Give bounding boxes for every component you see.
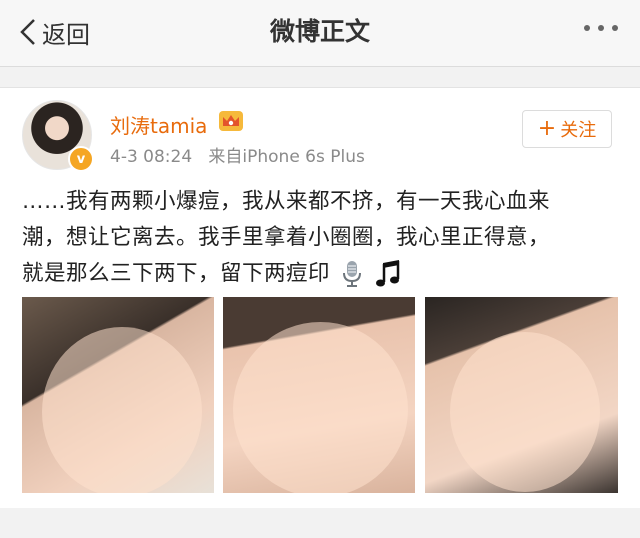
weibo-post-card: v 刘涛tamia 4-3 08:24 来自iPhone 6s Plus + 关…: [0, 87, 640, 509]
page-title: 微博正文: [269, 17, 370, 46]
follow-label: 关注: [560, 120, 597, 141]
verified-badge-icon: v: [68, 146, 94, 172]
post-time: 4-3 08:24: [110, 147, 193, 167]
post-text-line: 就是那么三下两下，留下两痘印: [22, 261, 331, 286]
selfie-photo-2[interactable]: [223, 297, 415, 493]
plus-icon: +: [537, 116, 557, 141]
more-options-icon[interactable]: [584, 25, 618, 31]
post-text-line: 潮，想让它离去。我手里拿着小圈圈，我心里正得意，: [22, 225, 551, 250]
top-nav-bar: 返回 微博正文: [0, 0, 640, 67]
section-gap: [0, 67, 640, 87]
photo-grid: [22, 297, 618, 493]
post-text: ……我有两颗小爆痘，我从来都不挤，有一天我心血来 潮，想让它离去。我手里拿着小圈…: [22, 184, 622, 292]
post-source: 来自iPhone 6s Plus: [208, 147, 365, 167]
avatar[interactable]: v: [22, 100, 94, 172]
follow-button[interactable]: + 关注: [522, 110, 612, 148]
music-note-emoji-icon: [375, 260, 399, 287]
microphone-emoji-icon: [343, 261, 362, 287]
user-name[interactable]: 刘涛tamia: [110, 110, 207, 139]
crown-badge-icon: [219, 111, 243, 131]
selfie-photo-1[interactable]: [22, 297, 214, 493]
post-text-line: ……我有两颗小爆痘，我从来都不挤，有一天我心血来: [22, 189, 551, 214]
post-meta: 4-3 08:24 来自iPhone 6s Plus: [110, 142, 365, 167]
bottom-gap: [0, 508, 640, 538]
post-text-line-with-emoji: 就是那么三下两下，留下两痘印: [22, 256, 622, 292]
selfie-photo-3[interactable]: [425, 297, 618, 493]
